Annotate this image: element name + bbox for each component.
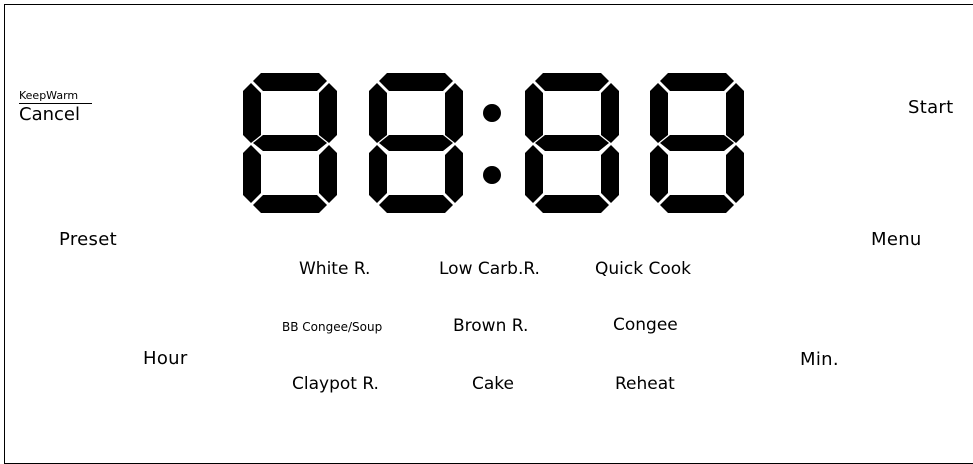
hour-button[interactable]: Hour xyxy=(143,350,188,368)
program-quick-cook: Quick Cook xyxy=(595,259,691,279)
program-low-carb-rice: Low Carb.R. xyxy=(439,259,540,279)
start-button[interactable]: Start xyxy=(908,99,953,117)
digit-3 xyxy=(525,73,619,213)
menu-button[interactable]: Menu xyxy=(871,231,922,249)
colon-dot-bottom xyxy=(483,166,501,184)
program-brown-rice: Brown R. xyxy=(453,316,529,336)
cancel-label: Cancel xyxy=(19,104,80,125)
program-white-rice: White R. xyxy=(299,259,371,279)
colon-dot-top xyxy=(483,104,501,122)
program-bb-congee-soup: BB Congee/Soup xyxy=(282,320,383,334)
digit-2 xyxy=(369,73,463,213)
min-button[interactable]: Min. xyxy=(800,351,839,369)
digit-4 xyxy=(650,73,744,213)
program-congee: Congee xyxy=(613,315,678,335)
program-reheat: Reheat xyxy=(615,374,675,394)
preset-button[interactable]: Preset xyxy=(59,231,117,249)
program-claypot-rice: Claypot R. xyxy=(292,374,379,394)
keep-warm-label: KeepWarm xyxy=(19,89,79,102)
program-cake: Cake xyxy=(472,374,514,394)
digit-1 xyxy=(243,73,337,213)
